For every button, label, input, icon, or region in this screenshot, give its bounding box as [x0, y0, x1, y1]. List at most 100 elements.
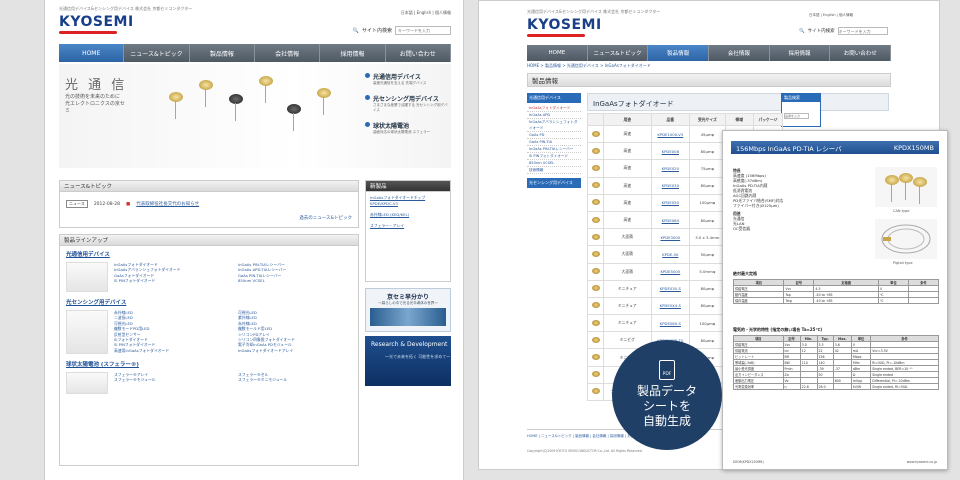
nav-recruit[interactable]: 採用情報: [320, 44, 386, 62]
banner-subtitle: ～暮らしの中で光る光半導体の世界～: [378, 301, 438, 305]
part-number-link[interactable]: KPDE050: [650, 193, 691, 212]
research-banner[interactable]: Research & Development ～光で未来を拓く 可能性を求めて～: [365, 336, 451, 386]
stage: 光通信用デバイス&センシング用デバイス 株式会社 京都セミコンダクター KYOS…: [0, 0, 960, 480]
table-header: 品番: [650, 113, 691, 126]
product-search-input[interactable]: [784, 113, 809, 119]
package-icon: [591, 268, 600, 275]
page-title: 製品情報: [527, 73, 891, 87]
side-menu-item[interactable]: GaAs PD: [527, 132, 581, 139]
search-icon: 🔍: [352, 27, 359, 34]
kyosemi-logo[interactable]: KYOSEMI: [59, 14, 134, 30]
news-link[interactable]: 代表取締役社長交代のお知らせ: [136, 201, 199, 207]
side-menu-item[interactable]: 技術情報: [527, 167, 581, 174]
new-product-link[interactable]: InGaAsフォトダイオードチップ KPDE/KPDC-V3: [370, 195, 446, 206]
datasheet-url: www.kyosemi.co.jp: [906, 460, 937, 464]
nav-news[interactable]: ニュース&トピック: [124, 44, 190, 62]
table-cell: 光電変換効率: [733, 383, 784, 390]
hero-item-solar[interactable]: 球状太陽電池 曲面対応の球状太陽電池 スフェラー: [365, 121, 451, 135]
side-menu-item[interactable]: GaAs PIN-TIA: [527, 139, 581, 146]
side-menu-item[interactable]: 850nm VCSEL: [527, 160, 581, 167]
kyosemi-logo[interactable]: KYOSEMI: [527, 17, 602, 33]
part-number-link[interactable]: KPDE08X-S: [650, 314, 691, 333]
category-thumbnail: [66, 310, 108, 354]
bullet-icon: [365, 122, 370, 127]
side-menu-item[interactable]: Si PINフォトダイオード: [527, 153, 581, 160]
kyosemi-guide-banner[interactable]: 京セミ早分かり ～暮らしの中で光る光半導体の世界～: [365, 288, 451, 332]
abs-max-heading: 絶対最大定格: [733, 271, 757, 276]
nav-home[interactable]: HOME: [59, 44, 125, 62]
side-menu-item[interactable]: InGaAs APD: [527, 112, 581, 119]
package-icon: [591, 147, 600, 154]
part-number-link[interactable]: KPDE030: [650, 176, 691, 195]
new-products-box: 新製品 InGaAsフォトダイオードチップ KPDE/KPDC-V3 赤外線LE…: [365, 180, 451, 282]
table-cell: -40 to +85: [813, 297, 879, 304]
nav-products[interactable]: 製品情報: [648, 45, 710, 61]
part-number-link[interactable]: KPDE008: [650, 142, 691, 161]
breadcrumb[interactable]: HOME > 製品情報 > 光通信用デバイス > InGaAsフォトダイオード: [527, 63, 651, 69]
site-search: 🔍 サイト内検索: [353, 26, 451, 35]
nav-company[interactable]: 会社情報: [709, 45, 770, 61]
product-link[interactable]: 高速用InGaAsフォトダイオード: [114, 348, 228, 353]
photodiode-image: [169, 92, 183, 119]
category-solar[interactable]: 球状太陽電池 (スフェラー®): [60, 356, 358, 370]
side-menu-item[interactable]: InGaAsアバランシェフォトダイオード: [527, 119, 581, 132]
product-link[interactable]: スフェラー®モジュール: [114, 377, 228, 382]
part-number-link[interactable]: KPDE-50: [650, 245, 691, 264]
product-lineup: 製品ラインアップ 光通信用デバイス InGaAsフォトダイオード InGaAsア…: [59, 234, 359, 466]
product-link[interactable]: InGaAsフォトダイオードアレイ: [238, 348, 352, 353]
product-search-heading: 製品検索: [782, 94, 820, 102]
site-search-input[interactable]: [837, 27, 888, 35]
product-link[interactable]: スフェラー®ミニモジュール: [238, 377, 352, 382]
table-cell: 5.0mmφ: [689, 262, 726, 281]
table-cell: 高速: [603, 193, 652, 212]
package-icon: [591, 354, 600, 361]
nav-contact[interactable]: お問い合わせ: [386, 44, 451, 62]
new-product-link[interactable]: 赤外線LED (KED/KEL): [370, 212, 446, 218]
part-number-link[interactable]: KPDE030-S: [650, 279, 691, 298]
pdf-icon-label: PDF: [662, 372, 672, 377]
table-cell: 50μmφ: [689, 245, 726, 264]
product-thumbnail: [587, 245, 604, 264]
nav-recruit[interactable]: 採用情報: [770, 45, 831, 61]
part-number-link[interactable]: KPDE5000: [650, 262, 691, 281]
side-menu-heading[interactable]: 光センシング用デバイス: [527, 178, 581, 188]
table-cell: 75μmφ: [689, 159, 726, 178]
side-menu-item[interactable]: InGaAs PIN-TIAレシーバー: [527, 146, 581, 153]
nav-contact[interactable]: お問い合わせ: [830, 45, 892, 61]
nav-news[interactable]: ニュース&トピック: [588, 45, 649, 61]
site-search-input[interactable]: [395, 26, 451, 35]
part-number-link[interactable]: KPDE080: [650, 210, 691, 230]
side-menu-heading[interactable]: 光通信用デバイス: [527, 93, 581, 103]
nav-home[interactable]: HOME: [527, 45, 588, 61]
language-links[interactable]: 日本語 | English | 個人情報: [809, 13, 853, 18]
table-cell: Single ended, Ri=50Ω: [870, 383, 939, 390]
table-cell: 大面積: [603, 262, 652, 281]
new-product-link[interactable]: スフェラー・アレイ: [370, 223, 446, 229]
product-link[interactable]: Si PINフォトダイオード: [114, 278, 228, 283]
hero-item-optical-comm[interactable]: 光通信用デバイス 高速光通信を支える 先端デバイス: [365, 72, 451, 86]
news-more-link[interactable]: 過去のニュース&トピック: [299, 215, 352, 221]
table-cell: 80μmφ: [689, 176, 726, 195]
nav-products[interactable]: 製品情報: [190, 44, 255, 62]
category-optical-comm[interactable]: 光通信用デバイス: [60, 246, 358, 260]
product-link[interactable]: 850nm VCSEL: [238, 278, 352, 283]
hero-item-sensing[interactable]: 光センシング用デバイス さまざまな産業で活躍する 光センシング用デバイス: [365, 94, 451, 113]
pigtail-type-caption: Pigtail type: [893, 261, 913, 265]
nav-company[interactable]: 会社情報: [255, 44, 321, 62]
table-header: 帯域: [724, 113, 754, 126]
logo-swoosh: [59, 31, 117, 34]
part-number-link[interactable]: KPDE1000-V3: [650, 124, 691, 144]
category-sensing[interactable]: 光センシング用デバイス: [60, 294, 358, 308]
photodiode-image: [199, 80, 213, 107]
part-number-link[interactable]: KPDE020: [650, 159, 691, 178]
part-number-link[interactable]: KPDE0X4-S: [650, 296, 691, 316]
product-search-box: 製品検索: [781, 93, 821, 127]
part-number-link[interactable]: KPDE3000: [650, 228, 691, 247]
new-products-heading: 新製品: [366, 181, 450, 192]
lineup-heading: 製品ラインアップ: [60, 235, 358, 246]
table-cell: [907, 297, 940, 304]
package-icon: [591, 388, 600, 395]
side-menu-item[interactable]: InGaAsフォトダイオード: [527, 105, 581, 112]
photodiode-image: [287, 104, 301, 131]
language-links[interactable]: 日本語 | English | 個人情報: [401, 10, 451, 16]
